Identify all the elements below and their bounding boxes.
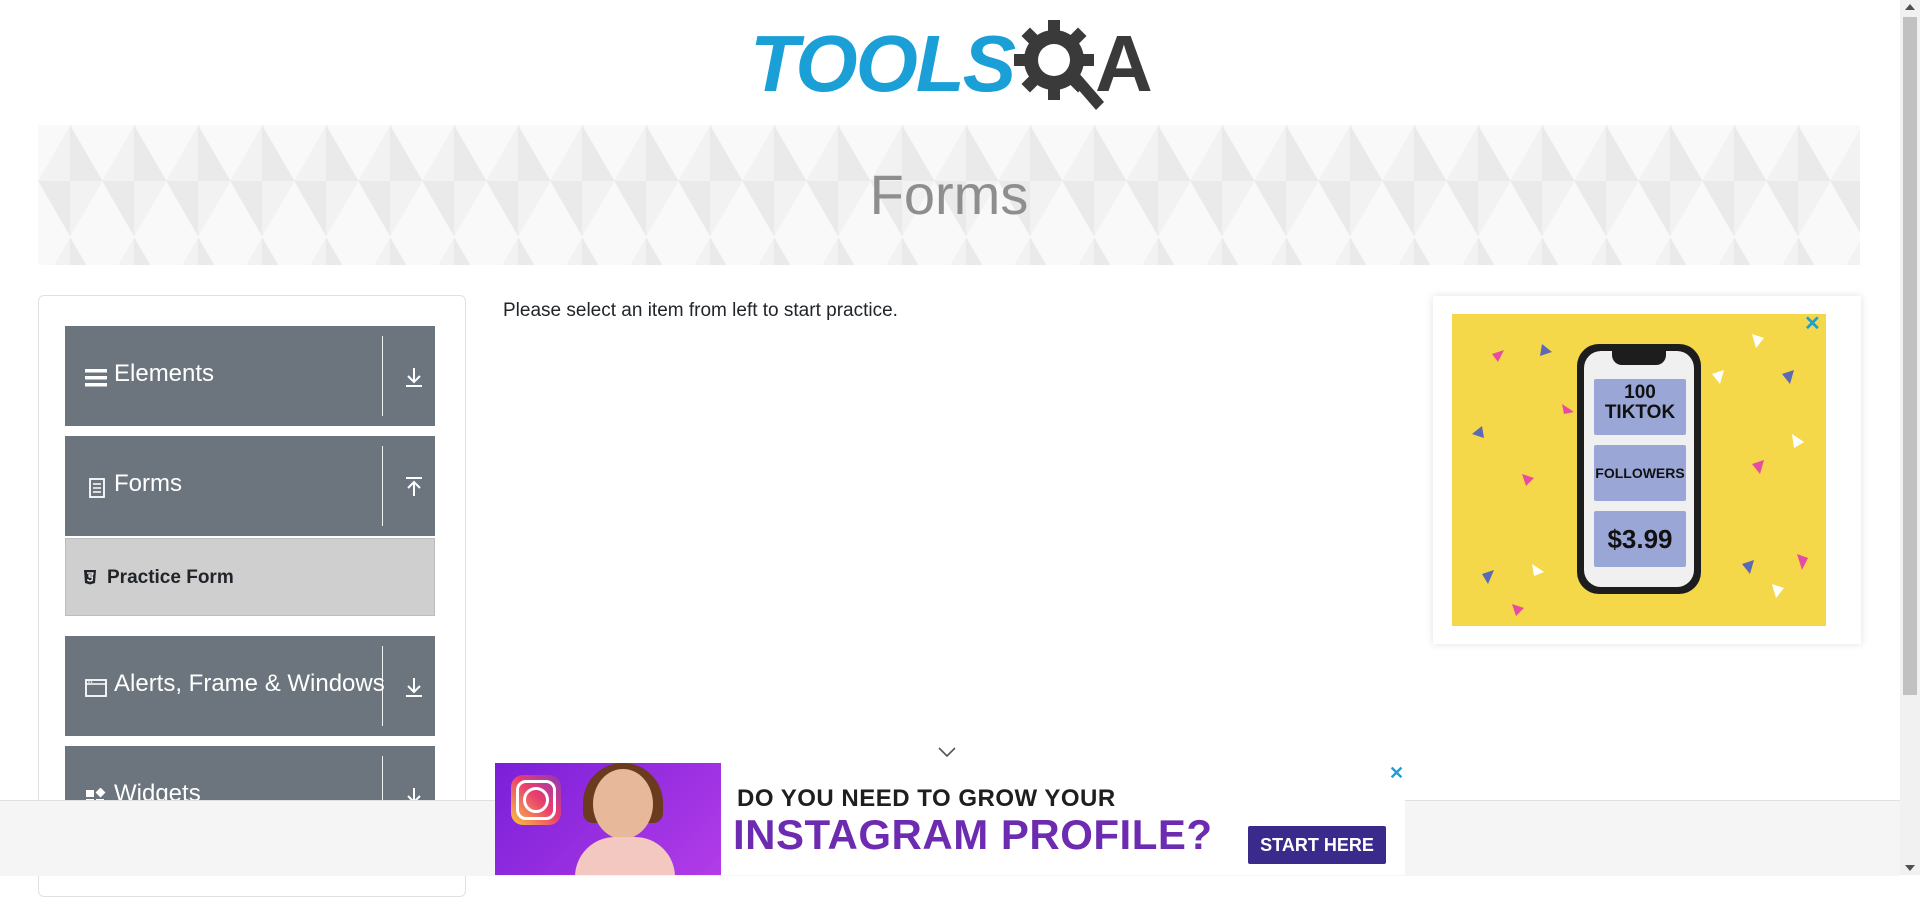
ad-bottom[interactable]: DO YOU NEED TO GROW YOUR INSTAGRAM PROFI… xyxy=(495,763,1405,875)
logo-text-tools: TOOLS xyxy=(750,19,1016,108)
document-icon xyxy=(89,478,105,498)
start-here-button[interactable]: START HERE xyxy=(1248,826,1386,864)
sidebar-group-forms[interactable]: Forms xyxy=(65,436,435,536)
divider xyxy=(382,646,383,726)
ad-bottom-image xyxy=(495,763,721,875)
page-banner: Forms xyxy=(38,125,1860,265)
phone-notch xyxy=(1612,351,1666,365)
divider xyxy=(382,446,383,526)
download-arrow-icon[interactable] xyxy=(403,676,425,698)
sidebar-group-elements[interactable]: Elements xyxy=(65,326,435,426)
sidebar-group-label: Alerts, Frame & Windows xyxy=(114,670,385,697)
scroll-down-arrow-icon[interactable] xyxy=(1905,865,1915,871)
sidebar-group-alerts[interactable]: Alerts, Frame & Windows xyxy=(65,636,435,736)
download-arrow-icon[interactable] xyxy=(403,366,425,388)
instruction-text: Please select an item from left to start… xyxy=(503,300,898,321)
toolsqa-logo[interactable]: TOOLS A xyxy=(750,18,1154,118)
ad-card-followers-count: 100 TIKTOK xyxy=(1594,379,1686,435)
ad-headline: DO YOU NEED TO GROW YOUR xyxy=(737,785,1116,812)
html5-icon xyxy=(84,570,96,585)
ad-right[interactable]: 100 TIKTOK FOLLOWERS $3.99 ✕ xyxy=(1433,296,1861,644)
page-title: Forms xyxy=(869,163,1029,226)
ad-right-image[interactable]: 100 TIKTOK FOLLOWERS $3.99 ✕ xyxy=(1452,314,1826,626)
scroll-up-arrow-icon[interactable] xyxy=(1905,4,1915,10)
ad-subheadline: INSTAGRAM PROFILE? xyxy=(733,811,1213,858)
window-icon xyxy=(85,679,107,697)
header: TOOLS A xyxy=(0,0,1900,124)
sidebar-item-practice-form[interactable]: Practice Form xyxy=(65,538,435,616)
phone-graphic: 100 TIKTOK FOLLOWERS $3.99 xyxy=(1577,344,1701,594)
scrollbar[interactable] xyxy=(1900,0,1920,875)
person-face xyxy=(593,769,653,839)
sidebar-group-label: Forms xyxy=(114,470,182,497)
gear-magnifier-icon xyxy=(1014,20,1104,110)
logo-text-a: A xyxy=(1095,19,1153,108)
person-body xyxy=(575,837,675,875)
instagram-icon xyxy=(511,775,561,825)
ad-card-price: $3.99 xyxy=(1594,511,1686,567)
close-icon[interactable]: ✕ xyxy=(1389,763,1404,783)
divider xyxy=(382,336,383,416)
hamburger-icon xyxy=(85,369,107,387)
close-icon[interactable]: ✕ xyxy=(1804,314,1821,334)
chevron-down-icon[interactable] xyxy=(937,745,957,759)
phone-screen: 100 TIKTOK FOLLOWERS $3.99 xyxy=(1584,351,1694,587)
upload-arrow-icon[interactable] xyxy=(403,476,425,498)
sidebar-group-label: Elements xyxy=(114,360,215,387)
sidebar-item-label: Practice Form xyxy=(107,567,234,588)
ad-card-label: FOLLOWERS xyxy=(1594,445,1686,501)
scroll-thumb[interactable] xyxy=(1903,17,1917,695)
